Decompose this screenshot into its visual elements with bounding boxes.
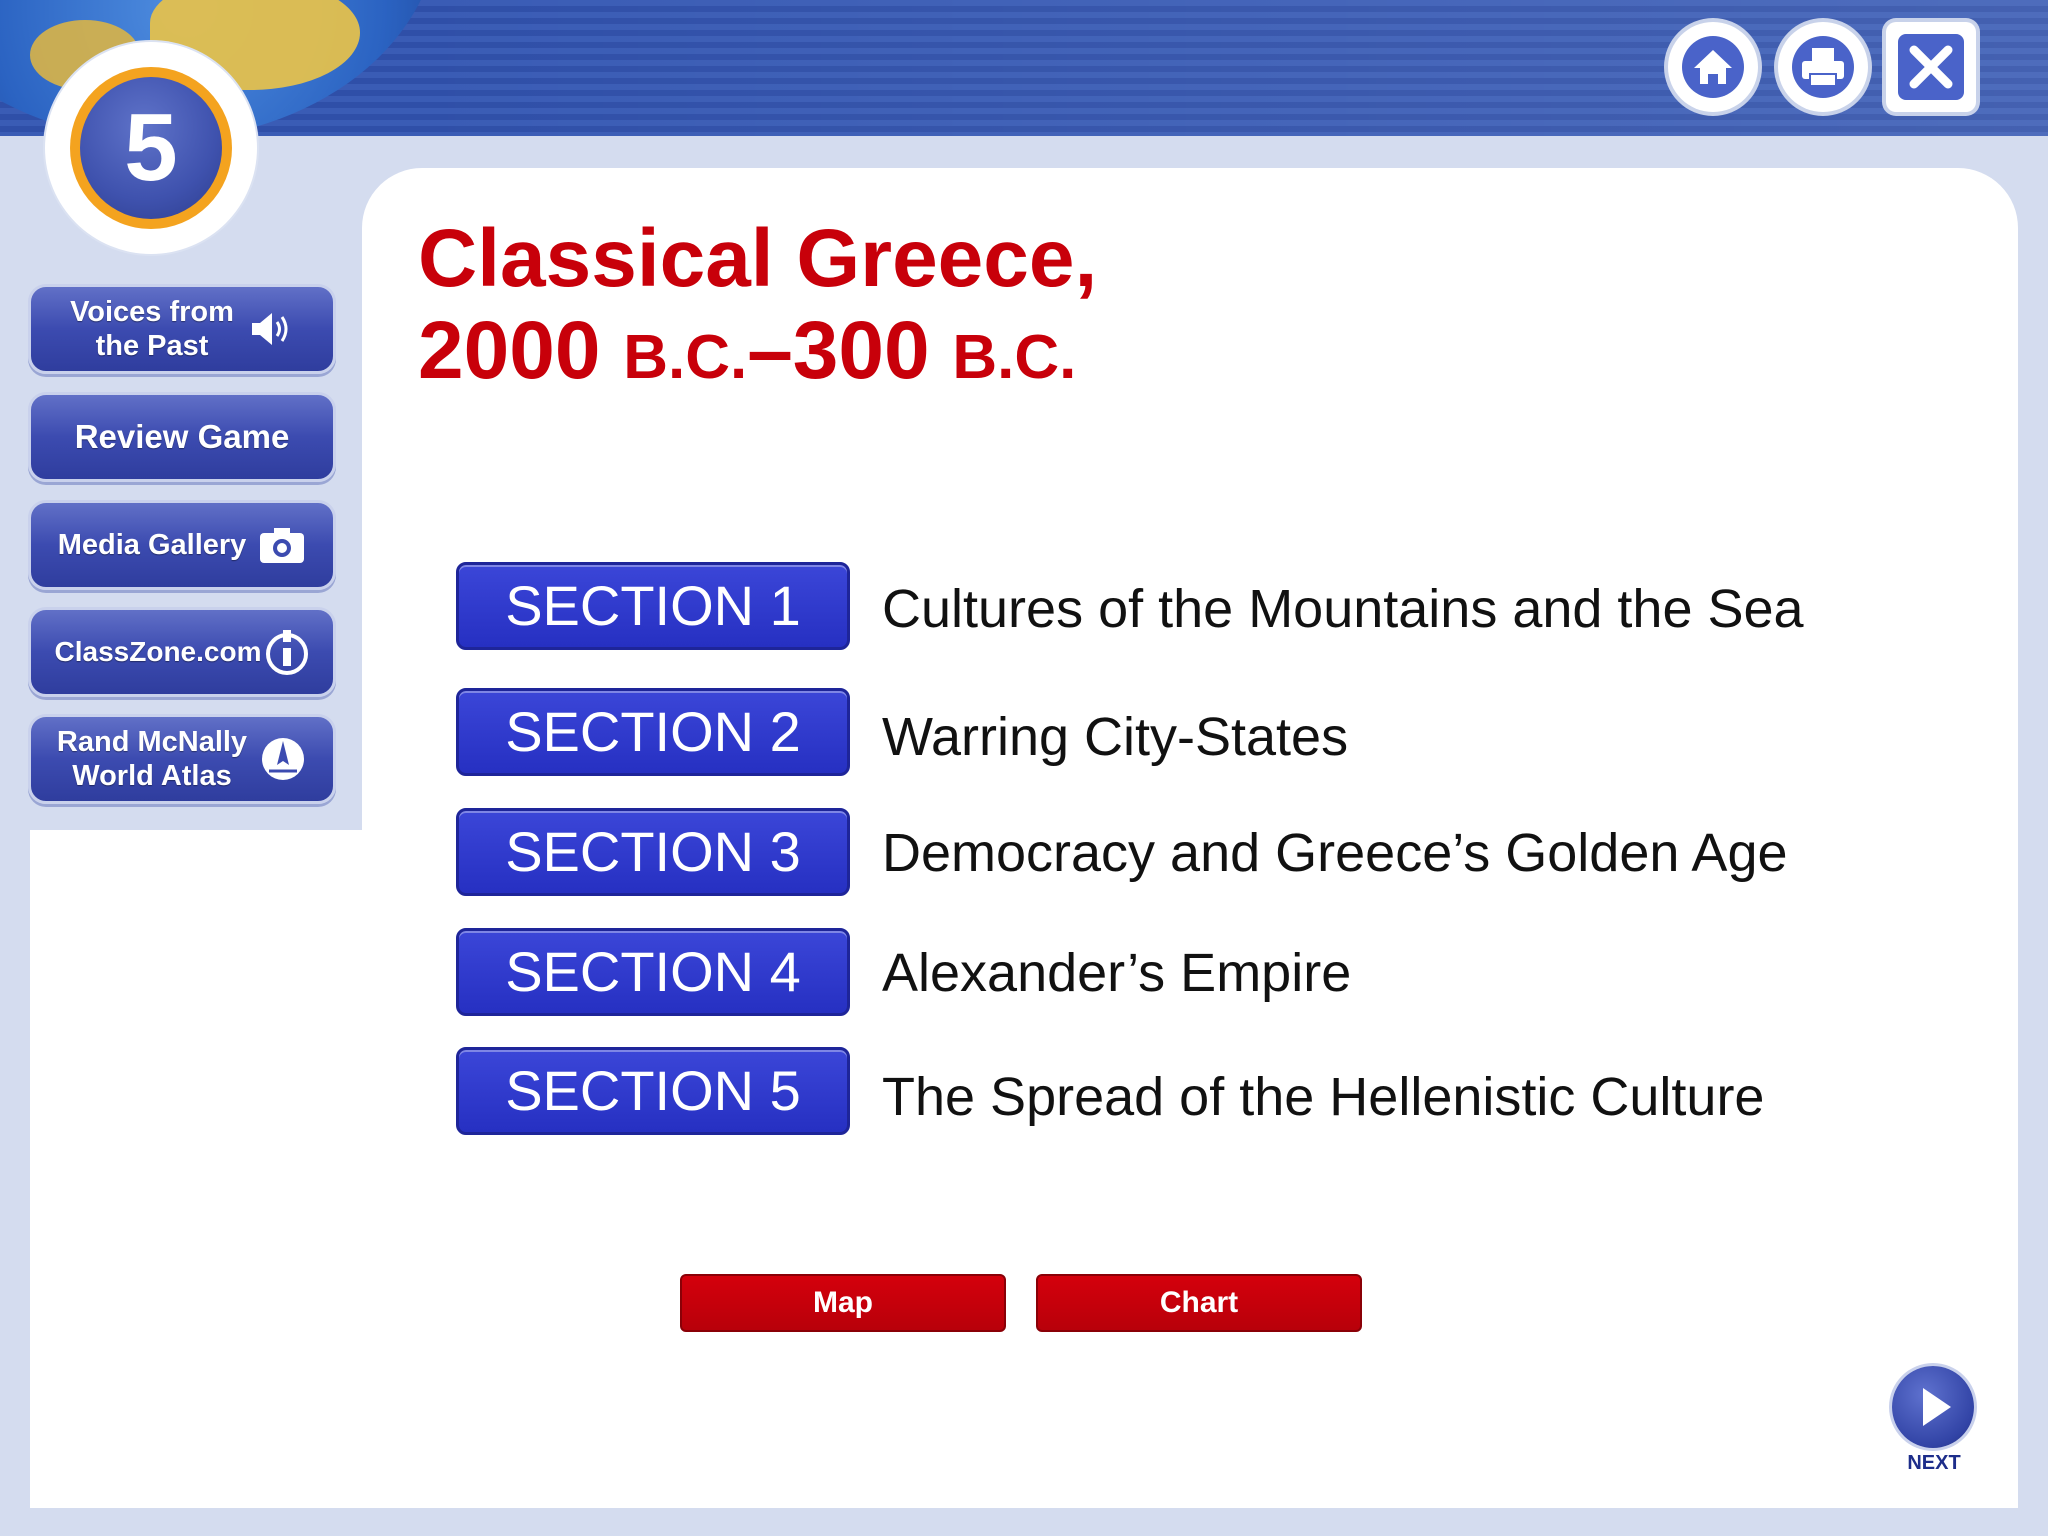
page-subtitle-dates: 2000 B.C.–300 B.C. — [418, 305, 1077, 396]
chapter-badge: 5 — [45, 42, 257, 254]
sidebar-lower-area — [30, 830, 370, 1508]
chapter-number: 5 — [80, 77, 222, 219]
info-globe-icon — [265, 626, 309, 678]
section-3-button[interactable]: SECTION 3 — [456, 808, 850, 896]
sidebar-item-media-gallery[interactable]: Media Gallery — [28, 500, 336, 590]
sidebar-item-label: the Past — [95, 330, 209, 362]
home-button[interactable] — [1668, 22, 1758, 112]
sidebar-item-label: Review Game — [74, 418, 290, 455]
compass-icon — [259, 735, 307, 783]
section-1-title: Cultures of the Mountains and the Sea — [882, 579, 1804, 639]
section-2-button[interactable]: SECTION 2 — [456, 688, 850, 776]
sidebar-item-rand-mcnally-atlas[interactable]: Rand McNally World Atlas — [28, 714, 336, 804]
page-title: Classical Greece, — [418, 213, 1098, 304]
sidebar-item-voices-from-the-past[interactable]: Voices from the Past — [28, 284, 336, 374]
map-button[interactable]: Map — [680, 1274, 1006, 1332]
chart-button[interactable]: Chart — [1036, 1274, 1362, 1332]
play-arrow-icon — [1923, 1388, 1951, 1426]
close-icon — [1898, 34, 1964, 100]
next-button[interactable] — [1892, 1366, 1974, 1448]
sidebar-item-label: Voices from — [70, 296, 234, 328]
sidebar-item-label: Rand McNally — [56, 726, 248, 758]
print-icon — [1792, 36, 1854, 98]
section-5-title: The Spread of the Hellenistic Culture — [882, 1067, 1765, 1127]
section-4-button[interactable]: SECTION 4 — [456, 928, 850, 1016]
next-label[interactable]: NEXT — [1890, 1452, 1978, 1475]
close-button[interactable] — [1886, 22, 1976, 112]
section-5-button[interactable]: SECTION 5 — [456, 1047, 850, 1135]
sidebar-item-review-game[interactable]: Review Game — [28, 392, 336, 482]
section-3-title: Democracy and Greece’s Golden Age — [882, 823, 1788, 883]
home-icon — [1682, 36, 1744, 98]
section-4-title: Alexander’s Empire — [882, 943, 1352, 1003]
sidebar-item-label: World Atlas — [72, 760, 232, 792]
sidebar-item-label: Media Gallery — [57, 529, 247, 561]
section-2-title: Warring City-States — [882, 707, 1349, 767]
sidebar-item-label: ClassZone.com — [54, 636, 262, 667]
camera-icon — [258, 525, 306, 565]
speaker-icon — [246, 305, 294, 353]
sidebar-item-classzone[interactable]: ClassZone.com — [28, 607, 336, 697]
section-1-button[interactable]: SECTION 1 — [456, 562, 850, 650]
print-button[interactable] — [1778, 22, 1868, 112]
